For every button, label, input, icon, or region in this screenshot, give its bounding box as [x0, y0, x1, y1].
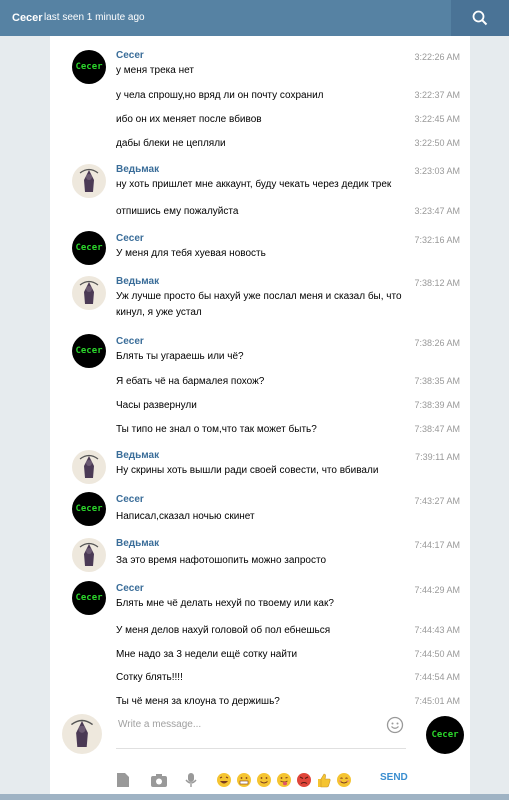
- message-time: 7:38:47 AM: [414, 424, 460, 434]
- avatar-vedmak[interactable]: [72, 164, 106, 198]
- message-author[interactable]: Cecer: [116, 583, 144, 594]
- thumbs-up-emoji-icon[interactable]: [316, 772, 332, 788]
- message-text: У меня делов нахуй головой об пол ебнешь…: [116, 625, 331, 636]
- my-avatar[interactable]: [62, 714, 102, 754]
- message-text: У меня для тебя хуевая новость: [116, 248, 266, 259]
- search-button[interactable]: [451, 0, 509, 36]
- mage-figure-icon: [70, 719, 94, 747]
- message-time: 3:23:47 AM: [414, 206, 460, 216]
- message-text: Ты чё меня за клоуна то держишь?: [116, 696, 280, 707]
- avatar-logo-text: Cecer: [75, 62, 103, 72]
- message-author[interactable]: Ведьмак: [116, 450, 159, 461]
- message-text: Уж лучше просто бы нахуй уже послал меня…: [116, 291, 402, 318]
- message-author[interactable]: Ведьмак: [116, 164, 159, 175]
- avatar-logo-text: Cecer: [75, 593, 103, 603]
- avatar-vedmak[interactable]: [72, 538, 106, 572]
- microphone-icon[interactable]: [184, 772, 200, 788]
- message-text: Я ебать чё на бармалея похож?: [116, 376, 265, 387]
- message-time: 7:45:01 AM: [414, 696, 460, 706]
- avatar-cecer[interactable]: Cecer: [72, 492, 106, 526]
- avatar-cecer[interactable]: Cecer: [72, 50, 106, 84]
- mage-figure-icon: [79, 280, 99, 304]
- document-icon[interactable]: [116, 772, 132, 788]
- chat-history: Cecer Cecer у меня трека нет 3:22:26 AM …: [50, 36, 470, 800]
- message-composer: Write a message... Cecer SEND: [50, 714, 470, 800]
- avatar-vedmak[interactable]: [72, 276, 106, 310]
- peer-avatar[interactable]: Cecer: [426, 716, 464, 754]
- angry-emoji-icon[interactable]: [296, 772, 312, 788]
- message-time: 7:38:39 AM: [414, 400, 460, 410]
- avatar-logo-text: Cecer: [75, 346, 103, 356]
- message-author[interactable]: Cecer: [116, 233, 144, 244]
- message-text: Написал,сказал ночью скинет: [116, 511, 255, 522]
- search-icon: [472, 10, 488, 26]
- message-author[interactable]: Cecer: [116, 494, 144, 505]
- message-time: 3:23:03 AM: [414, 166, 460, 176]
- message-time: 7:44:43 AM: [414, 625, 460, 635]
- avatar-logo-text: Cecer: [75, 243, 103, 253]
- message-text: За это время нафотошопить можно запросто: [116, 555, 326, 566]
- message-time: 3:22:45 AM: [414, 114, 460, 124]
- composer-toolbar: [116, 772, 416, 794]
- grinning-emoji-icon[interactable]: [236, 772, 252, 788]
- avatar-logo-text: Cecer: [75, 504, 103, 514]
- message-text: Сотку блять!!!!: [116, 672, 183, 683]
- laughing-emoji-icon[interactable]: [216, 772, 232, 788]
- message-time: 7:44:50 AM: [414, 649, 460, 659]
- message-text: Блять мне чё делать нехуй по твоему или …: [116, 598, 334, 609]
- mage-figure-icon: [79, 542, 99, 566]
- mage-figure-icon: [79, 168, 99, 192]
- message-text: отпишись ему пожалуйста: [116, 206, 239, 217]
- input-underline: [116, 748, 406, 749]
- message-input[interactable]: Write a message...: [118, 719, 201, 730]
- message-text: ибо он их меняет после вбивов: [116, 114, 262, 125]
- message-time: 7:38:35 AM: [414, 376, 460, 386]
- blush-emoji-icon[interactable]: [336, 772, 352, 788]
- send-button[interactable]: SEND: [380, 772, 408, 783]
- camera-icon[interactable]: [150, 772, 167, 788]
- message-time: 3:22:37 AM: [414, 90, 460, 100]
- message-text: у чела спрошу,но вряд ли он почту сохран…: [116, 90, 324, 101]
- message-time: 7:38:26 AM: [414, 338, 460, 348]
- message-time: 7:44:29 AM: [414, 585, 460, 595]
- message-time: 3:22:50 AM: [414, 138, 460, 148]
- emoji-picker-icon[interactable]: [386, 716, 404, 734]
- message-time: 7:44:54 AM: [414, 672, 460, 682]
- message-time: 7:43:27 AM: [414, 496, 460, 506]
- avatar-cecer[interactable]: Cecer: [72, 581, 106, 615]
- chat-header: Cecer last seen 1 minute ago: [0, 0, 509, 36]
- message-text: ну хоть пришлет мне аккаунт, буду чекать…: [116, 179, 392, 190]
- avatar-logo-text: Cecer: [431, 730, 459, 740]
- message-author[interactable]: Ведьмак: [116, 538, 159, 549]
- avatar-cecer[interactable]: Cecer: [72, 334, 106, 368]
- message-text: Мне надо за 3 недели ещё сотку найти: [116, 649, 298, 660]
- avatar-cecer[interactable]: Cecer: [72, 231, 106, 265]
- message-time: 3:22:26 AM: [414, 52, 460, 62]
- message-text: Часы развернули: [116, 400, 197, 411]
- mage-figure-icon: [79, 454, 99, 478]
- avatar-vedmak[interactable]: [72, 450, 106, 484]
- smile-emoji-icon[interactable]: [256, 772, 272, 788]
- contact-name[interactable]: Cecer: [12, 12, 43, 24]
- last-seen-status: last seen 1 minute ago: [44, 12, 145, 23]
- message-time: 7:32:16 AM: [414, 235, 460, 245]
- message-author[interactable]: Cecer: [116, 336, 144, 347]
- message-text: дабы блеки не цепляли: [116, 138, 226, 149]
- message-time: 7:44:17 AM: [414, 540, 460, 550]
- message-time: 7:39:11 AM: [415, 452, 460, 462]
- message-text: Блять ты угараешь или чё?: [116, 351, 244, 362]
- message-text: у меня трека нет: [116, 65, 194, 76]
- message-time: 7:38:12 AM: [414, 278, 460, 288]
- message-text: Ты типо не знал о том,что так может быть…: [116, 424, 317, 435]
- message-author[interactable]: Cecer: [116, 50, 144, 61]
- message-text: Ну скрины хоть вышли ради своей совести,…: [116, 465, 379, 476]
- bottom-border: [0, 794, 509, 800]
- message-author[interactable]: Ведьмак: [116, 276, 159, 287]
- tongue-emoji-icon[interactable]: [276, 772, 292, 788]
